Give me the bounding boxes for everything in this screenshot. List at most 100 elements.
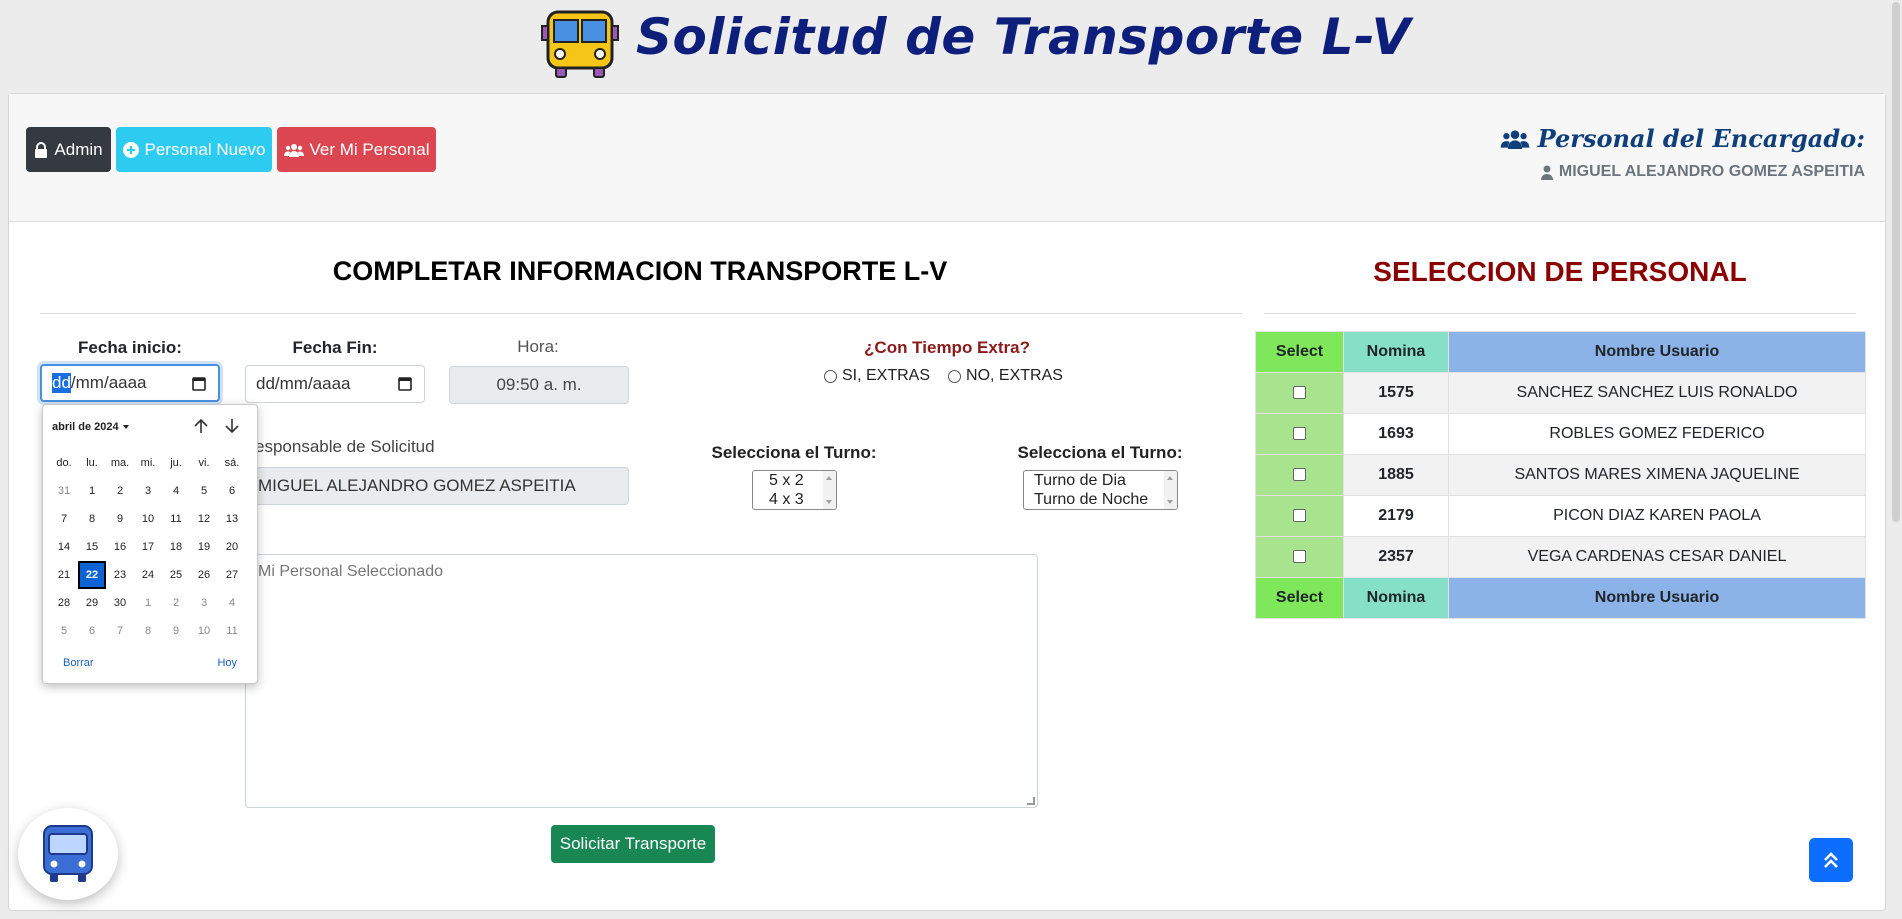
row-checkbox[interactable] xyxy=(1293,386,1306,400)
calendar-day[interactable]: 27 xyxy=(218,561,246,589)
calendar-day[interactable]: 6 xyxy=(78,617,106,645)
extra-si-label: SI, EXTRAS xyxy=(842,367,931,384)
floating-bus-widget[interactable] xyxy=(18,808,118,900)
new-personal-button[interactable]: Personal Nuevo xyxy=(116,127,272,172)
calendar-day[interactable]: 30 xyxy=(106,589,134,617)
calendar-day[interactable]: 9 xyxy=(162,617,190,645)
turno2-option[interactable]: Turno de Noche xyxy=(1024,490,1177,509)
nomina-cell: 2357 xyxy=(1343,536,1449,578)
row-checkbox[interactable] xyxy=(1293,468,1306,482)
resize-grip[interactable] xyxy=(1027,797,1035,805)
hora-label: Hora: xyxy=(517,337,559,356)
fecha-inicio-day-segment[interactable]: dd xyxy=(52,373,71,393)
listbox-scrollbar[interactable] xyxy=(823,471,836,509)
turno2-label: Selecciona el Turno: xyxy=(1017,443,1183,462)
calendar-icon[interactable] xyxy=(192,376,206,391)
month-selector[interactable]: abril de 2024 xyxy=(52,421,129,433)
calendar-day[interactable]: 31 xyxy=(50,477,78,505)
admin-button-label: Admin xyxy=(54,139,103,159)
calendar-day[interactable]: 8 xyxy=(134,617,162,645)
col-header-nomina: Nomina xyxy=(1343,331,1449,373)
weekday-label: mi. xyxy=(140,457,156,469)
fecha-fin-input[interactable]: dd/mm/aaaa xyxy=(245,365,425,403)
app-title: Solicitud de Transporte L-V xyxy=(636,8,1411,66)
textarea-placeholder: Mi Personal Seleccionado xyxy=(258,563,443,580)
fecha-inicio-input[interactable]: dd/mm/aaaa xyxy=(40,364,220,402)
scrollbar-thumb[interactable] xyxy=(1892,2,1900,522)
calendar-day[interactable]: 9 xyxy=(106,505,134,533)
table-row: 1885 SANTOS MARES XIMENA JAQUELINE xyxy=(1255,454,1866,496)
nombre-cell: ROBLES GOMEZ FEDERICO xyxy=(1448,413,1866,455)
calendar-day[interactable]: 28 xyxy=(50,589,78,617)
calendar-day[interactable]: 4 xyxy=(162,477,190,505)
radio-circle[interactable] xyxy=(824,369,837,383)
encargado-title-text: Personal del Encargado: xyxy=(1537,124,1865,153)
turno1-select[interactable]: 5 x 2 4 x 3 xyxy=(752,470,837,510)
personal-seleccionado-textarea[interactable]: Mi Personal Seleccionado xyxy=(245,554,1038,808)
calendar-day[interactable]: 1 xyxy=(78,477,106,505)
calendar-day[interactable]: 4 xyxy=(218,589,246,617)
calendar-day[interactable]: 16 xyxy=(106,533,134,561)
calendar-day[interactable]: 3 xyxy=(134,477,162,505)
calendar-day[interactable]: 2 xyxy=(162,589,190,617)
calendar-day[interactable]: 17 xyxy=(134,533,162,561)
clear-date-link[interactable]: Borrar xyxy=(63,657,94,669)
bus-icon xyxy=(43,825,93,882)
radio-circle[interactable] xyxy=(948,369,962,383)
calendar-day[interactable]: 25 xyxy=(162,561,190,589)
calendar-day[interactable]: 13 xyxy=(218,505,246,533)
calendar-day[interactable]: 18 xyxy=(162,533,190,561)
page-scrollbar[interactable] xyxy=(1888,0,1902,919)
calendar-day[interactable]: 14 xyxy=(50,533,78,561)
listbox-scrollbar[interactable] xyxy=(1164,471,1177,509)
calendar-day-selected[interactable]: 22 xyxy=(78,561,106,589)
select-cell xyxy=(1255,413,1344,455)
weekday-label: ju. xyxy=(170,457,182,469)
calendar-day[interactable]: 7 xyxy=(106,617,134,645)
table-header-row: Select Nomina Nombre Usuario xyxy=(1255,331,1866,373)
solicitar-transporte-button[interactable]: Solicitar Transporte xyxy=(551,825,715,863)
calendar-day[interactable]: 5 xyxy=(50,617,78,645)
calendar-day[interactable]: 11 xyxy=(162,505,190,533)
extra-title: ¿Con Tiempo Extra? xyxy=(864,338,1030,357)
weekday-label: ma. xyxy=(110,457,130,469)
calendar-day[interactable]: 21 xyxy=(50,561,78,589)
row-checkbox[interactable] xyxy=(1293,550,1306,564)
calendar-icon[interactable] xyxy=(398,376,412,391)
extra-no-radio[interactable]: NO, EXTRAS xyxy=(948,367,1063,385)
fecha-inicio-rest: /mm/aaaa xyxy=(70,373,147,392)
row-checkbox[interactable] xyxy=(1293,509,1306,523)
calendar-day[interactable]: 7 xyxy=(50,505,78,533)
admin-button[interactable]: Admin xyxy=(26,127,111,172)
table-row: 2179 PICON DIAZ KAREN PAOLA xyxy=(1255,495,1866,537)
row-checkbox[interactable] xyxy=(1293,427,1306,441)
calendar-day[interactable]: 20 xyxy=(218,533,246,561)
calendar-day[interactable]: 29 xyxy=(78,589,106,617)
calendar-day[interactable]: 2 xyxy=(106,477,134,505)
next-month-arrow-icon[interactable] xyxy=(223,417,241,435)
calendar-day[interactable]: 24 xyxy=(134,561,162,589)
today-link[interactable]: Hoy xyxy=(217,657,237,669)
calendar-day[interactable]: 12 xyxy=(190,505,218,533)
prev-month-arrow-icon[interactable] xyxy=(192,417,210,435)
turno2-option[interactable]: Turno de Dia xyxy=(1024,471,1177,490)
seleccion-divider xyxy=(1264,313,1856,314)
calendar-day[interactable]: 5 xyxy=(190,477,218,505)
calendar-day[interactable]: 6 xyxy=(218,477,246,505)
calendar-day[interactable]: 8 xyxy=(78,505,106,533)
calendar-day[interactable]: 15 xyxy=(78,533,106,561)
nomina-cell: 1693 xyxy=(1343,413,1449,455)
calendar-day[interactable]: 11 xyxy=(218,617,246,645)
calendar-day[interactable]: 10 xyxy=(190,617,218,645)
calendar-day[interactable]: 10 xyxy=(134,505,162,533)
turno2-select[interactable]: Turno de Dia Turno de Noche xyxy=(1023,470,1178,510)
calendar-day[interactable]: 26 xyxy=(190,561,218,589)
calendar-day[interactable]: 3 xyxy=(190,589,218,617)
weekday-label: sá. xyxy=(224,457,240,469)
calendar-day[interactable]: 23 xyxy=(106,561,134,589)
calendar-day[interactable]: 1 xyxy=(134,589,162,617)
view-personal-button[interactable]: Ver Mi Personal xyxy=(277,127,436,172)
scroll-to-top-button[interactable] xyxy=(1809,838,1853,882)
calendar-day[interactable]: 19 xyxy=(190,533,218,561)
extra-si-radio[interactable]: SI, EXTRAS xyxy=(824,367,930,385)
